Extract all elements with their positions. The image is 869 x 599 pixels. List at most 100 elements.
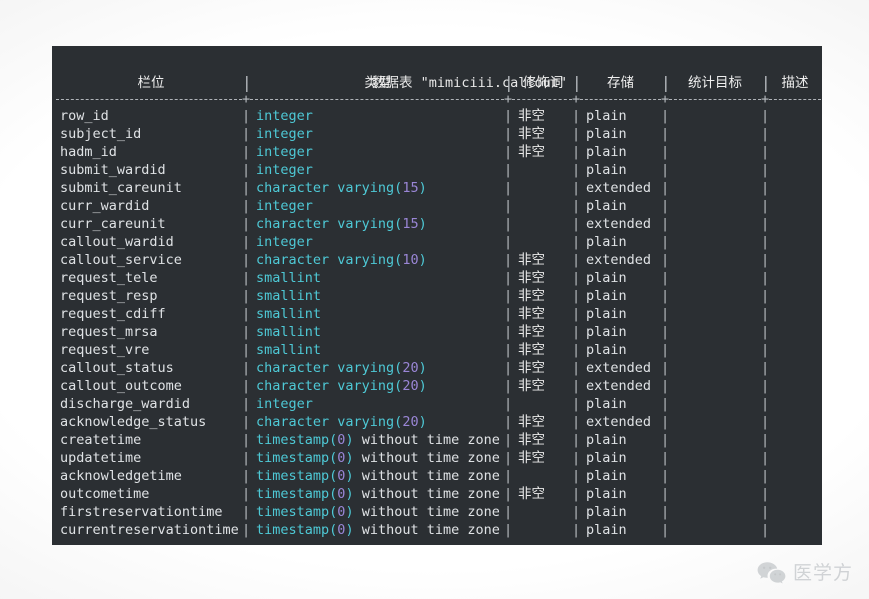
terminal-window[interactable]: 数据表 "mimiciii.callout" 栏位 | 类型 | 修饰词 | 存… [52,46,822,545]
cell-field-name: currentreservationtime [60,522,239,538]
cell-data-type: smallint [256,269,506,287]
row-separator-field-type: | [242,450,251,466]
table-row: request_tele smallint 非空 plain | | | | | [52,269,822,287]
cell-storage: extended [586,414,652,430]
table-row: request_vre smallint 非空 plain | | | | | [52,341,822,359]
cell-stats-target [675,179,763,197]
type-base: integer [256,162,313,178]
type-paren-close: ) [345,432,354,448]
divider-segment-storage [580,99,661,100]
cell-storage: extended [586,360,652,376]
table-row: submit_careunit character varying(15) exte… [52,179,822,197]
row-separator-modifiers-storage: | [572,504,581,520]
cell-storage: extended [586,252,652,268]
cell-data-type: integer [256,125,506,143]
cell-storage: plain [586,468,627,484]
row-separator-stats-description: | [761,180,770,196]
cell-storage: plain [586,126,627,142]
cell-modifier: 非空 [518,342,545,358]
row-separator-type-modifiers: | [504,396,513,412]
cell-data-type: integer [256,233,506,251]
cell-stats-target [675,233,763,251]
cell-description [775,305,819,323]
row-separator-type-modifiers: | [504,504,513,520]
row-separator-field-type: | [242,144,251,160]
table-row: acknowledge_status character varying(20) 非… [52,413,822,431]
row-separator-modifiers-storage: | [572,450,581,466]
type-base: integer [256,396,313,412]
cell-field-name: firstreservationtime [60,504,223,520]
row-separator-field-type: | [242,126,251,142]
type-paren-close: ) [418,378,427,394]
row-separator-stats-description: | [761,252,770,268]
cell-stats-target [675,485,763,503]
cell-data-type: timestamp(0) without time zone [256,449,506,467]
cell-stats-target [675,377,763,395]
cell-field-name: acknowledge_status [60,414,207,430]
row-separator-field-type: | [242,270,251,286]
type-modifier-suffix: without time zone [353,486,500,502]
wechat-icon [756,560,786,584]
cell-field-name: request_vre [60,342,150,358]
row-separator-type-modifiers: | [504,360,513,376]
cell-storage: plain [586,162,627,178]
row-separator-field-type: | [242,180,251,196]
cell-data-type: timestamp(0) without time zone [256,503,506,521]
row-separator-stats-description: | [761,486,770,502]
cell-field-name: callout_outcome [60,378,182,394]
type-modifier-suffix: without time zone [353,522,500,538]
row-separator-field-type: | [242,396,251,412]
cell-stats-target [675,521,763,539]
row-separator-stats-description: | [761,378,770,394]
cell-storage: plain [586,342,627,358]
row-separator-modifiers-storage: | [572,414,581,430]
cell-stats-target [675,125,763,143]
cell-description [775,467,819,485]
cell-stats-target [675,431,763,449]
cell-field-name: row_id [60,108,109,124]
type-length: 10 [402,252,419,268]
row-separator-stats-description: | [761,162,770,178]
type-paren-close: ) [418,180,427,196]
cell-field-name: hadm_id [60,144,117,160]
cell-data-type: character varying(15) [256,215,506,233]
cell-data-type: character varying(20) [256,413,506,431]
cell-field-name: request_mrsa [60,324,158,340]
cell-description [775,521,819,539]
row-separator-storage-stats: | [661,522,670,538]
cell-modifier: 非空 [518,378,545,394]
cell-description [775,215,819,233]
row-separator-type-modifiers: | [504,234,513,250]
type-base: smallint [256,342,322,358]
cell-data-type: timestamp(0) without time zone [256,485,506,503]
row-separator-modifiers-storage: | [572,180,581,196]
row-separator-modifiers-storage: | [572,360,581,376]
row-separator-stats-description: | [761,198,770,214]
row-separator-type-modifiers: | [504,108,513,124]
table-row: hadm_id integer 非空 plain | | | | | [52,143,822,161]
table-body: row_id integer 非空 plain | | | | | subject_id integ… [52,107,822,539]
row-separator-modifiers-storage: | [572,108,581,124]
cell-storage: plain [586,432,627,448]
row-separator-modifiers-storage: | [572,198,581,214]
row-separator-type-modifiers: | [504,450,513,466]
table-row: request_mrsa smallint 非空 plain | | | | | [52,323,822,341]
cell-modifier: 非空 [518,450,545,466]
type-paren-close: ) [345,450,354,466]
cell-data-type: timestamp(0) without time zone [256,431,506,449]
row-separator-stats-description: | [761,270,770,286]
column-header-stats-target: 统计目标 [688,75,742,91]
type-modifier-suffix: without time zone [353,468,500,484]
watermark-text: 医学方 [792,562,853,584]
type-modifier-suffix: without time zone [353,432,500,448]
cell-field-name: curr_careunit [60,216,166,232]
row-separator-stats-description: | [761,432,770,448]
cell-data-type: integer [256,143,506,161]
row-separator-field-type: | [242,360,251,376]
row-separator-storage-stats: | [661,396,670,412]
type-base: character varying [256,216,395,232]
row-separator-field-type: | [242,342,251,358]
header-divider: + + + + + [52,94,822,108]
type-base: timestamp [256,504,330,520]
table-row: outcometime timestamp(0) without time zon… [52,485,822,503]
